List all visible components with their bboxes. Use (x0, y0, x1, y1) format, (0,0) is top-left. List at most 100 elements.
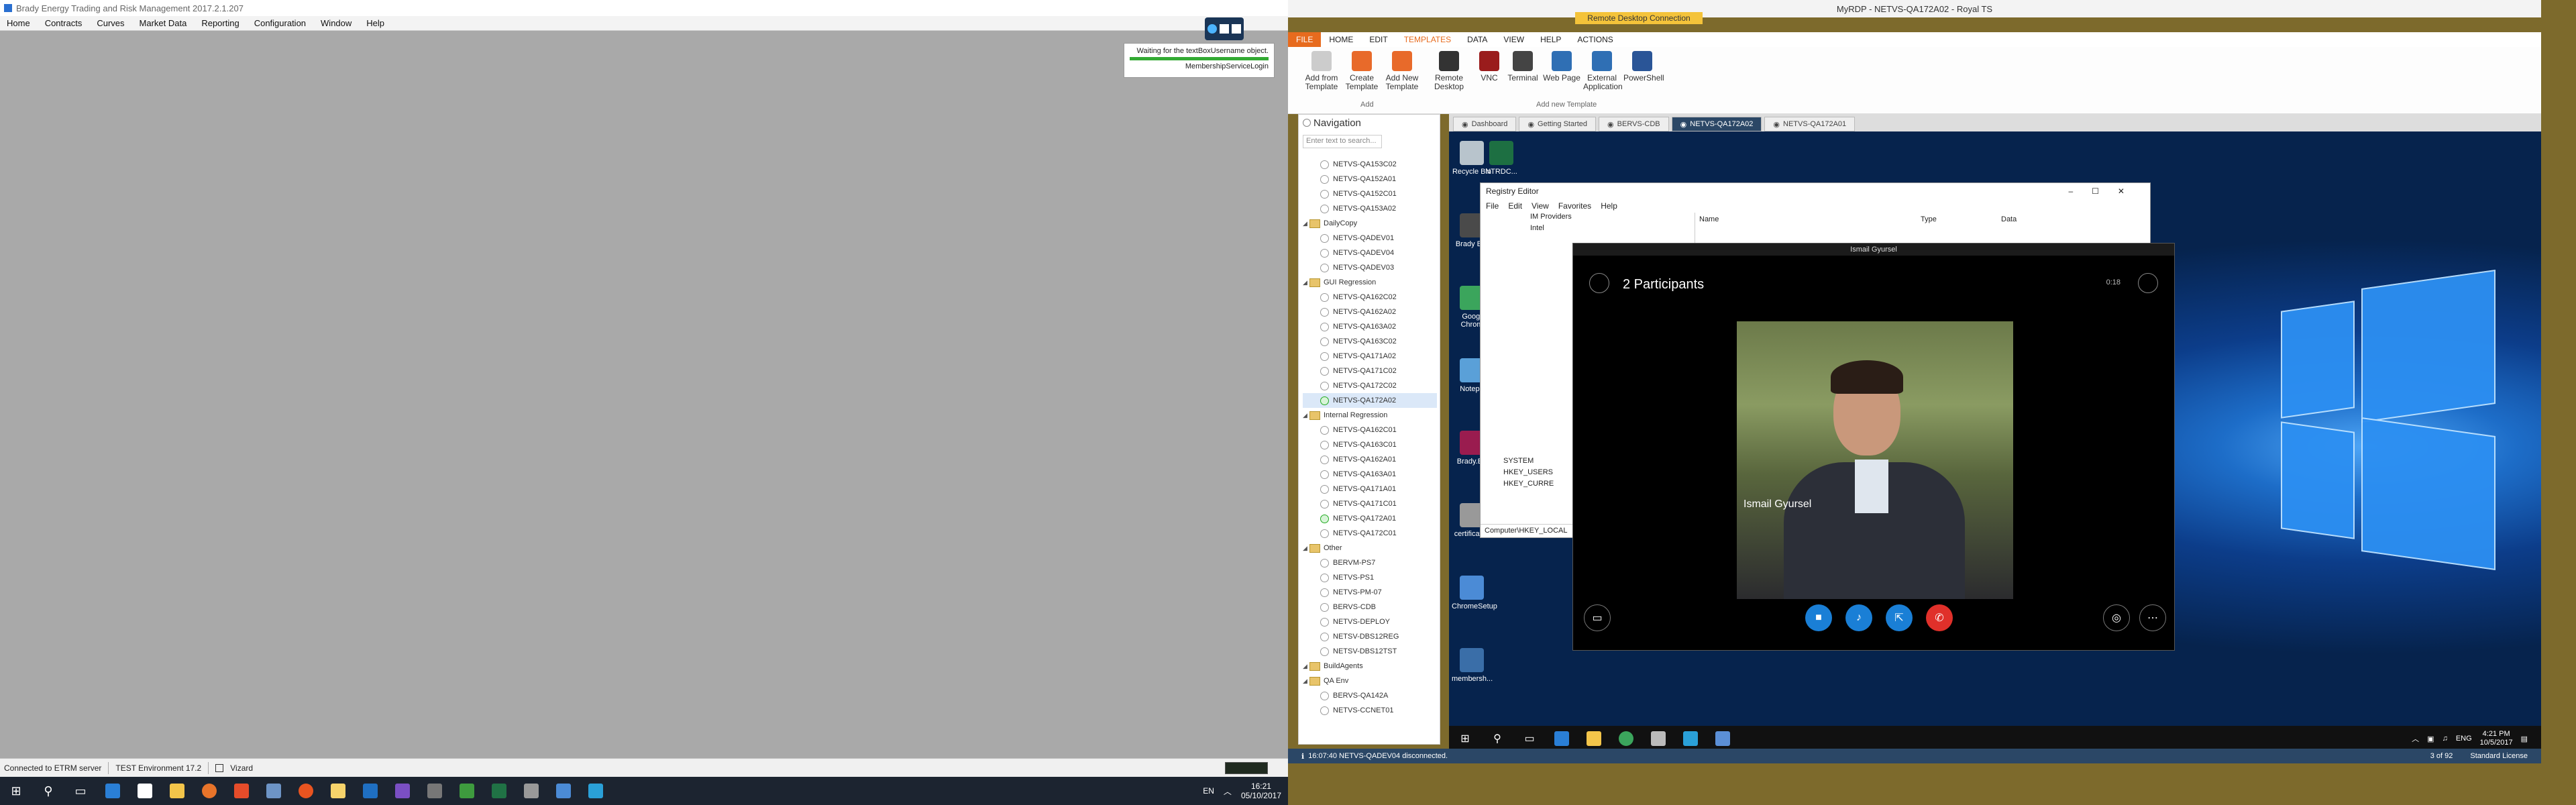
camera-settings-icon[interactable]: ◎ (2103, 604, 2130, 631)
add-person-icon[interactable] (2138, 273, 2158, 293)
ribbon-button-add-new-template[interactable]: Add New Template (1383, 51, 1421, 91)
tree-item[interactable]: NETSV-DBS12REG (1303, 629, 1437, 644)
ribbon-tab-home[interactable]: HOME (1321, 35, 1361, 44)
firefox-icon[interactable] (193, 777, 225, 805)
ribbon-button-vnc[interactable]: VNC (1470, 51, 1508, 83)
registry-key[interactable]: Intel (1530, 224, 1695, 235)
tools-icon[interactable] (1642, 726, 1674, 751)
network-icon[interactable]: ▣ (2427, 735, 2434, 743)
ribbon-button-add-from-template[interactable]: Add from Template (1303, 51, 1340, 91)
tree-item[interactable]: NETVS-QA163C01 (1303, 437, 1437, 452)
session-tab[interactable]: ◉ BERVS-CDB (1599, 117, 1669, 131)
ribbon-button-powershell[interactable]: PowerShell (1623, 51, 1664, 83)
remote-clock[interactable]: 4:21 PM 10/5/2017 (2480, 730, 2513, 747)
tree-item[interactable]: NETVS-QA163C02 (1303, 334, 1437, 349)
folder-icon[interactable] (322, 777, 354, 805)
network-tool-icon[interactable] (547, 777, 580, 805)
tree-folder[interactable]: ◢ GUI Regression (1303, 275, 1437, 290)
automation-toolbar[interactable] (1205, 17, 1244, 40)
edge-icon[interactable] (97, 777, 129, 805)
remote-desktop-view[interactable]: Recycle Bin NTRDC... Brady E... Googl Chrom… (1449, 131, 2541, 751)
tree-folder[interactable]: ◢ Other (1303, 541, 1437, 555)
tree-item[interactable]: BERVS-QA142A (1303, 688, 1437, 703)
runner-icon[interactable] (1208, 24, 1217, 34)
outlook-icon[interactable] (354, 777, 386, 805)
tree-folder[interactable]: ◢ DailyCopy (1303, 216, 1437, 231)
menu-item-help[interactable]: Help (366, 18, 384, 28)
tree-item[interactable]: NETVS-QA172C01 (1303, 526, 1437, 541)
tree-item[interactable]: NETVS-QA163A02 (1303, 319, 1437, 334)
git-icon[interactable] (225, 777, 258, 805)
regedit-menu-item[interactable]: View (1532, 201, 1549, 211)
chrome-icon[interactable] (1610, 726, 1642, 751)
tree-item[interactable]: NETVS-QA152C01 (1303, 186, 1437, 201)
skype-runner-icon[interactable] (1674, 726, 1707, 751)
regedit-menu-item[interactable]: Help (1601, 201, 1617, 211)
expand-arrow-icon[interactable]: ◢ (1303, 279, 1309, 286)
tree-item[interactable]: NETVS-QA171A02 (1303, 349, 1437, 364)
explorer-icon[interactable] (1578, 726, 1610, 751)
tree-item[interactable]: NETVS-PS1 (1303, 570, 1437, 585)
tray-chevron-icon[interactable]: ︿ (2412, 733, 2419, 744)
menu-item-home[interactable]: Home (7, 18, 30, 28)
tree-item[interactable]: NETVS-CCNET01 (1303, 703, 1437, 718)
more-options-icon[interactable]: ⋯ (2139, 604, 2166, 631)
ribbon-button-remote-desktop[interactable]: Remote Desktop (1430, 51, 1468, 91)
notepad-icon[interactable] (451, 777, 483, 805)
session-tab[interactable]: ◉ Getting Started (1519, 117, 1597, 131)
menu-item-reporting[interactable]: Reporting (201, 18, 239, 28)
tree-item[interactable]: NETVS-QA162C01 (1303, 423, 1437, 437)
menu-item-configuration[interactable]: Configuration (254, 18, 306, 28)
end-call-button[interactable]: ✆ (1926, 604, 1953, 631)
expand-arrow-icon[interactable]: ◢ (1303, 678, 1309, 685)
visual-studio-icon[interactable] (386, 777, 419, 805)
tree-item[interactable]: NETVS-QA171C01 (1303, 496, 1437, 511)
session-tab[interactable]: ◉ NETVS-QA172A02 (1671, 117, 1762, 131)
video-button[interactable]: ■ (1805, 604, 1832, 631)
expand-arrow-icon[interactable]: ◢ (1303, 220, 1309, 227)
menu-item-market-data[interactable]: Market Data (140, 18, 187, 28)
tree-item[interactable]: NETVS-QADEV04 (1303, 246, 1437, 260)
tree-folder[interactable]: ◢ Internal Regression (1303, 408, 1437, 423)
session-tab[interactable]: ◉ Dashboard (1453, 117, 1517, 131)
share-button[interactable]: ⇱ (1886, 604, 1913, 631)
task-view-icon[interactable]: ▭ (64, 777, 97, 805)
ribbon-tab-data[interactable]: DATA (1459, 35, 1495, 44)
remote-desktop-icon[interactable] (258, 777, 290, 805)
tree-item[interactable]: NETVS-PM-07 (1303, 585, 1437, 600)
registry-key[interactable]: IM Providers (1530, 213, 1695, 224)
clock[interactable]: 16:21 05/10/2017 (1241, 782, 1281, 800)
excel-icon[interactable] (483, 777, 515, 805)
registry-column-header[interactable]: Data (1997, 213, 2131, 233)
ubuntu-icon[interactable] (290, 777, 322, 805)
task-view-icon[interactable]: ▭ (1513, 726, 1546, 751)
registry-column-header[interactable]: Type (1917, 213, 1997, 233)
ribbon-button-web-page[interactable]: Web Page (1543, 51, 1580, 83)
tree-folder[interactable]: ◢ QA Env (1303, 674, 1437, 688)
microphone-button[interactable]: ♪ (1845, 604, 1872, 631)
tools-icon[interactable] (419, 777, 451, 805)
store-icon[interactable] (129, 777, 161, 805)
tree-folder[interactable]: ◢ BuildAgents (1303, 659, 1437, 674)
menu-item-window[interactable]: Window (321, 18, 352, 28)
expand-arrow-icon[interactable]: ◢ (1303, 545, 1309, 552)
tree-item[interactable]: NETVS-QADEV01 (1303, 231, 1437, 246)
ribbon-button-create-template[interactable]: Create Template (1343, 51, 1381, 91)
tree-item[interactable]: NETVS-QA162A02 (1303, 305, 1437, 319)
explorer-icon[interactable] (161, 777, 193, 805)
menu-item-curves[interactable]: Curves (97, 18, 124, 28)
tree-item[interactable]: NETSV-DBS12TST (1303, 644, 1437, 659)
regedit-menu-item[interactable]: File (1486, 201, 1499, 211)
regedit-menu-item[interactable]: Edit (1508, 201, 1522, 211)
volume-icon[interactable]: ♫ (2443, 735, 2448, 743)
ribbon-tab-edit[interactable]: EDIT (1361, 35, 1395, 44)
registry-column-header[interactable]: Name (1695, 213, 1917, 233)
notification-icon[interactable]: ▤ (2521, 735, 2528, 743)
stop-icon[interactable] (1232, 24, 1241, 34)
tree-item[interactable]: NETVS-QA171C02 (1303, 364, 1437, 378)
tree-item[interactable]: NETVS-QA172A01 (1303, 511, 1437, 526)
ribbon-button-terminal[interactable]: Terminal (1504, 51, 1542, 83)
tree-item[interactable]: NETVS-QA172A02 (1303, 393, 1437, 408)
ribbon-tab-view[interactable]: VIEW (1495, 35, 1532, 44)
desktop-icon[interactable]: membersh... (1452, 648, 1493, 683)
